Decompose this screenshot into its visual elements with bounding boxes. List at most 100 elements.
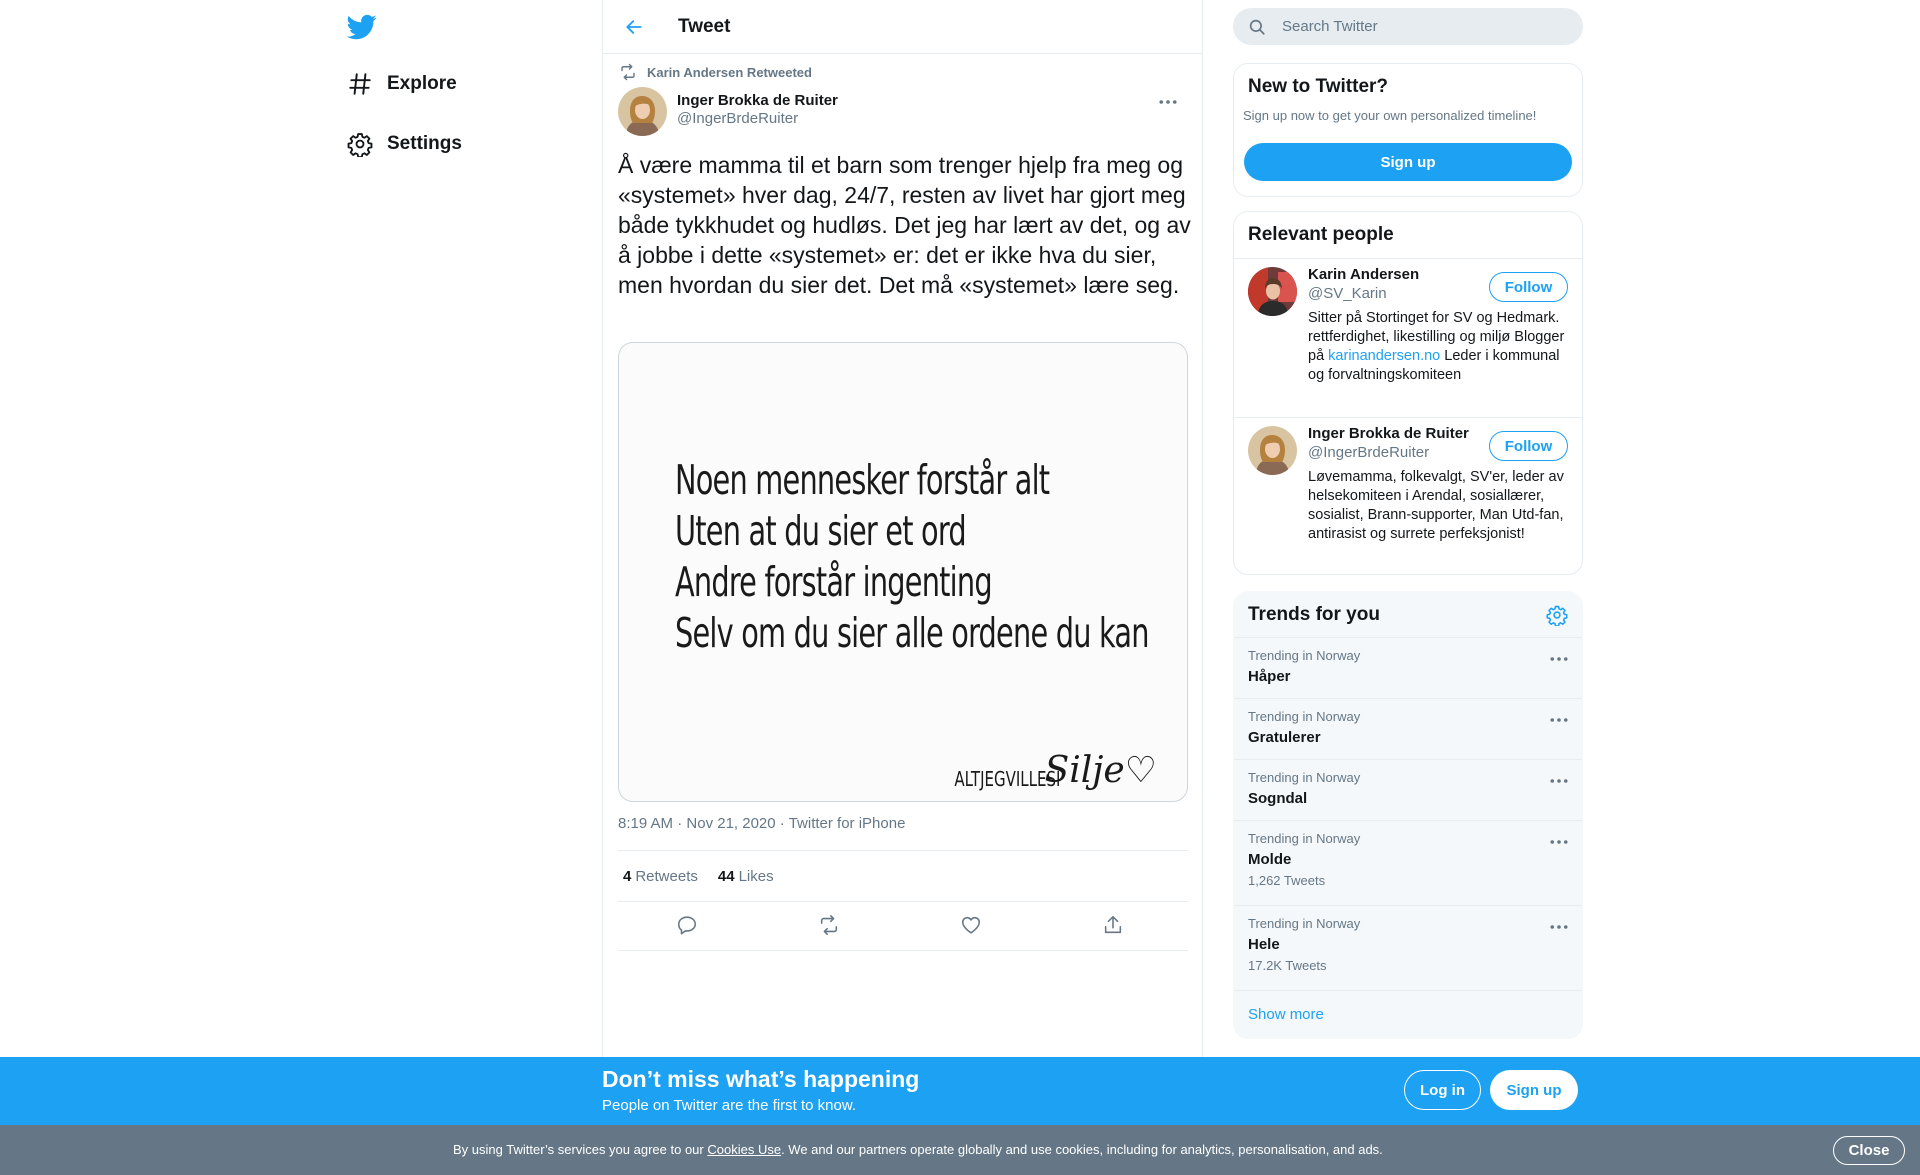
trend-item[interactable]: Trending in Norway Hele 17.2K Tweets [1234, 905, 1582, 990]
tweet-stats: 4 Retweets 44 Likes [618, 850, 1188, 902]
retweets-stat[interactable]: 4 Retweets [623, 868, 698, 885]
person-karin-andersen[interactable]: Karin Andersen @SV_Karin Follow Sitter p… [1234, 259, 1582, 417]
trends-card: Trends for you Trending in Norway Håper … [1233, 591, 1583, 1039]
trend-more-button[interactable] [1546, 710, 1572, 730]
person-bio: Løvemamma, folkevalgt, SV'er, leder av h… [1308, 469, 1564, 542]
signup-button[interactable]: Sign up [1490, 1070, 1578, 1110]
trend-item[interactable]: Trending in Norway Gratulerer [1234, 698, 1582, 759]
person-handle[interactable]: @IngerBrdeRuiter [1308, 444, 1429, 461]
cookie-close-button[interactable]: Close [1833, 1136, 1905, 1165]
cookie-bar: By using Twitter’s services you agree to… [0, 1125, 1920, 1175]
retweet-icon [618, 63, 640, 81]
search-bar[interactable] [1233, 8, 1583, 45]
trend-tweet-count: 1,262 Tweets [1248, 873, 1326, 888]
trend-name: Molde [1248, 851, 1292, 868]
separator: · [779, 815, 785, 832]
image-quote-line: Selv om du sier alle ordene du kan [675, 609, 1149, 657]
person-name[interactable]: Karin Andersen [1308, 266, 1419, 283]
likes-stat[interactable]: 44 Likes [718, 868, 774, 885]
tweet-more-button[interactable] [1155, 92, 1181, 112]
trend-more-button[interactable] [1546, 832, 1572, 852]
arrow-left-icon [626, 19, 642, 34]
signup-card: New to Twitter? Sign up now to get your … [1233, 63, 1583, 197]
login-button[interactable]: Log in [1404, 1070, 1481, 1110]
author-name[interactable]: Inger Brokka de Ruiter [677, 92, 838, 109]
trend-name: Gratulerer [1248, 729, 1321, 746]
follow-button[interactable]: Follow [1489, 431, 1568, 461]
person-name[interactable]: Inger Brokka de Ruiter [1308, 425, 1469, 442]
image-quote: Noen mennesker forstår alt Uten at du si… [675, 455, 1149, 659]
tweet-image[interactable]: Noen mennesker forstår alt Uten at du si… [618, 342, 1188, 802]
tweet-author: Inger Brokka de Ruiter @IngerBrdeRuiter [618, 87, 838, 136]
trend-tweet-count: 17.2K Tweets [1248, 958, 1327, 973]
retweet-icon[interactable] [818, 914, 842, 938]
image-signature: ALTJEGVILLESI Silje♡ [919, 750, 1157, 792]
column-header: Tweet [603, 0, 1202, 54]
trend-context: Trending in Norway [1248, 770, 1361, 785]
trend-name: Hele [1248, 936, 1280, 953]
trend-more-button[interactable] [1546, 649, 1572, 669]
gear-icon[interactable] [1546, 604, 1568, 626]
trend-context: Trending in Norway [1248, 831, 1361, 846]
search-icon [1248, 18, 1266, 36]
tweet-actions [618, 902, 1188, 951]
trend-item[interactable]: Trending in Norway Sogndal [1234, 759, 1582, 820]
author-handle[interactable]: @IngerBrdeRuiter [677, 110, 838, 127]
trend-context: Trending in Norway [1248, 916, 1361, 931]
more-dots-icon [1550, 925, 1568, 929]
more-dots-icon [1550, 840, 1568, 844]
retweet-context[interactable]: Karin Andersen Retweeted [618, 63, 812, 81]
gear-icon [343, 127, 377, 161]
image-quote-line: Noen mennesker forstår alt [675, 456, 1050, 504]
reply-icon[interactable] [676, 914, 700, 938]
tweet-source-link[interactable]: Twitter for iPhone [789, 815, 906, 832]
trend-more-button[interactable] [1546, 771, 1572, 791]
relevant-people-card: Relevant people Karin Andersen @SV_Karin… [1233, 211, 1583, 575]
sidebar-signup-button[interactable]: Sign up [1244, 143, 1572, 181]
nav-item-explore[interactable]: Explore [343, 64, 457, 104]
page-title: Tweet [678, 15, 731, 37]
banner-heading: Don’t miss what’s happening [602, 1066, 920, 1092]
trend-item[interactable]: Trending in Norway Molde 1,262 Tweets [1234, 820, 1582, 905]
trend-item[interactable]: Trending in Norway Håper [1234, 637, 1582, 698]
image-signature-script: Silje♡ [1044, 750, 1157, 791]
signup-card-subtitle: Sign up now to get your own personalized… [1243, 108, 1537, 123]
more-dots-icon [1550, 657, 1568, 661]
tweet-column: Tweet Karin Andersen Retweeted Inger Bro… [602, 0, 1203, 1058]
person-inger-brokka[interactable]: Inger Brokka de Ruiter @IngerBrdeRuiter … [1234, 418, 1582, 574]
back-button[interactable] [614, 7, 654, 47]
person-handle[interactable]: @SV_Karin [1308, 285, 1387, 302]
cookies-use-link[interactable]: Cookies Use [707, 1142, 781, 1157]
bio-link[interactable]: karinandersen.no [1328, 348, 1440, 364]
person-bio: Sitter på Stortinget for SV og Hedmark. … [1308, 310, 1565, 383]
heart-icon[interactable] [960, 914, 984, 938]
tweet-time-link[interactable]: 8:19 AM · Nov 21, 2020 [618, 815, 776, 832]
trends-title: Trends for you [1248, 604, 1380, 625]
signup-card-title: New to Twitter? [1248, 76, 1389, 97]
more-dots-icon [1159, 100, 1177, 104]
nav-item-label: Explore [387, 73, 457, 94]
share-icon[interactable] [1102, 914, 1126, 938]
avatar[interactable] [618, 87, 667, 136]
tweet-text: Å være mamma til et barn som trenger hje… [618, 152, 1191, 298]
image-signature-caps: ALTJEGVILLESI [954, 767, 1061, 791]
retweet-context-text: Karin Andersen Retweeted [647, 64, 812, 80]
more-dots-icon [1550, 779, 1568, 783]
trend-name: Håper [1248, 668, 1291, 685]
trend-name: Sogndal [1248, 790, 1308, 807]
avatar[interactable] [1248, 267, 1297, 316]
follow-button[interactable]: Follow [1489, 272, 1568, 302]
image-quote-line: Uten at du sier et ord [675, 507, 967, 555]
twitter-bird-icon[interactable] [347, 12, 379, 44]
show-more-link[interactable]: Show more [1248, 1006, 1324, 1023]
signup-banner: Don’t miss what’s happening People on Tw… [0, 1057, 1920, 1125]
trend-context: Trending in Norway [1248, 648, 1361, 663]
hashtag-icon [343, 67, 377, 101]
trend-more-button[interactable] [1546, 917, 1572, 937]
tweet-timestamp: 8:19 AM · Nov 21, 2020 · Twitter for iPh… [618, 815, 905, 832]
search-input[interactable] [1282, 18, 1562, 35]
avatar[interactable] [1248, 426, 1297, 475]
nav-item-label: Settings [387, 133, 462, 154]
nav-item-settings[interactable]: Settings [343, 124, 462, 164]
trend-context: Trending in Norway [1248, 709, 1361, 724]
